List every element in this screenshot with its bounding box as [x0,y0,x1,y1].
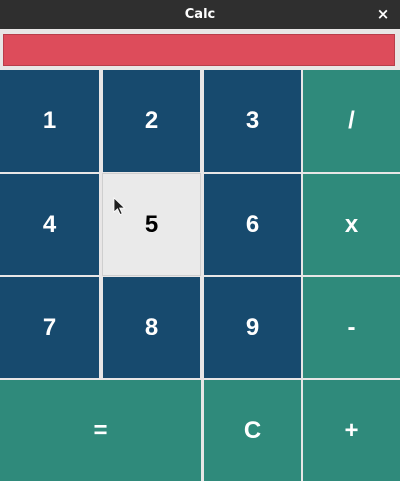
key-1[interactable]: 1 [0,70,99,172]
display-area [0,29,400,70]
key-6[interactable]: 6 [204,174,301,275]
key-7[interactable]: 7 [0,277,99,378]
key-2[interactable]: 2 [103,70,200,172]
result-display [3,34,395,66]
close-button[interactable]: × [376,6,390,22]
key-3[interactable]: 3 [204,70,301,172]
keypad: 1 2 3 / 4 5 6 x 7 8 9 - = C + [0,70,400,481]
calculator-window: Calc × 1 2 3 / 4 5 6 x 7 8 9 - = C + [0,0,400,481]
key-5[interactable]: 5 [102,173,201,276]
divide-button[interactable]: / [303,70,400,172]
title-bar: Calc × [0,0,400,29]
multiply-button[interactable]: x [303,174,400,275]
minus-button[interactable]: - [303,277,400,378]
equals-button[interactable]: = [0,380,201,481]
window-title: Calc [184,7,216,22]
plus-button[interactable]: + [303,380,400,481]
key-4[interactable]: 4 [0,174,99,275]
key-9[interactable]: 9 [204,277,301,378]
key-8[interactable]: 8 [103,277,200,378]
clear-button[interactable]: C [204,380,301,481]
